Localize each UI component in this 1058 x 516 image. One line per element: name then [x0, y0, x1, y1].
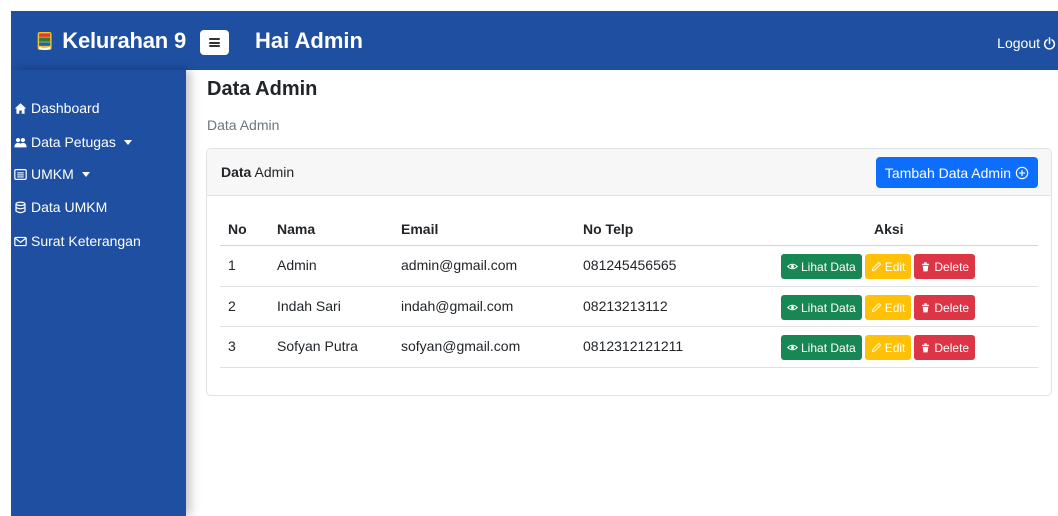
row-actions: Lihat Data Edit Delete	[781, 335, 976, 360]
delete-button[interactable]: Delete	[914, 254, 976, 279]
column-header-email: Email	[401, 221, 439, 237]
caret-down-icon	[123, 139, 132, 145]
cell-email: sofyan@gmail.com	[401, 338, 521, 354]
cell-telp: 081245456565	[583, 257, 677, 273]
sidebar-toggle-button[interactable]	[200, 30, 229, 55]
eye-icon	[787, 344, 798, 351]
sidebar-item-label: Surat Keterangan	[31, 233, 141, 249]
trash-icon	[922, 343, 930, 353]
sidebar-item-data-umkm[interactable]: Data UMKM	[14, 196, 107, 218]
edit-label: Edit	[884, 259, 906, 274]
cell-no: 2	[228, 298, 236, 314]
envelope-icon	[14, 236, 27, 246]
table-row: 3 Sofyan Putra sofyan@gmail.com 08123121…	[220, 327, 1038, 368]
cell-no: 3	[228, 338, 236, 354]
cell-telp: 0812312121211	[583, 338, 684, 354]
delete-button[interactable]: Delete	[914, 295, 976, 320]
view-label: Lihat Data	[801, 300, 856, 315]
add-admin-label: Tambah Data Admin	[884, 164, 1011, 181]
logout-link[interactable]: Logout	[997, 35, 1056, 51]
database-icon	[15, 201, 26, 213]
eye-icon	[787, 304, 798, 311]
delete-button[interactable]: Delete	[914, 335, 976, 360]
app-frame: Kelurahan 9 Hai Admin Logout Dashboard D…	[11, 11, 1058, 516]
caret-down-icon	[81, 171, 90, 177]
brand[interactable]: Kelurahan 9	[11, 11, 186, 70]
view-button[interactable]: Lihat Data	[781, 254, 862, 279]
brand-name: Kelurahan 9	[62, 27, 186, 53]
page-title: Data Admin	[207, 78, 318, 100]
sidebar-item-label: Dashboard	[31, 100, 100, 116]
greeting-title: Hai Admin	[255, 28, 363, 53]
edit-label: Edit	[884, 340, 906, 355]
cell-nama: Indah Sari	[277, 298, 341, 314]
card-title-bold: Data	[221, 164, 252, 180]
card-header: Data Admin Tambah Data Admin	[207, 149, 1051, 196]
edit-button[interactable]: Edit	[864, 254, 912, 279]
breadcrumb: Data Admin	[207, 117, 280, 133]
plus-circle-icon	[1015, 166, 1029, 179]
sidebar-item-label: Data Petugas	[31, 134, 116, 150]
cell-no: 1	[228, 257, 236, 273]
card-title-rest: Admin	[251, 164, 295, 180]
cell-email: indah@gmail.com	[401, 298, 514, 314]
cell-telp: 08213213112	[583, 298, 668, 314]
kelurahan-logo-icon	[37, 31, 52, 50]
sidebar-item-surat-keterangan[interactable]: Surat Keterangan	[14, 230, 141, 252]
edit-label: Edit	[884, 300, 906, 315]
trash-icon	[922, 303, 930, 313]
delete-label: Delete	[934, 340, 970, 355]
logout-label: Logout	[997, 35, 1040, 51]
eye-icon	[787, 263, 798, 270]
sidebar-item-label: UMKM	[31, 166, 74, 182]
admin-data-card: Data Admin Tambah Data Admin No Nama Ema…	[206, 148, 1052, 396]
table-row: 1 Admin admin@gmail.com 081245456565 Lih…	[220, 246, 1038, 287]
users-icon	[14, 137, 27, 147]
view-label: Lihat Data	[801, 340, 856, 355]
column-header-no-telp: No Telp	[583, 221, 634, 237]
power-icon	[1043, 36, 1056, 50]
column-header-no: No	[228, 221, 247, 237]
table-row: 2 Indah Sari indah@gmail.com 08213213112…	[220, 287, 1038, 327]
sidebar-item-umkm[interactable]: UMKM	[14, 163, 90, 185]
cell-email: admin@gmail.com	[401, 257, 518, 273]
home-icon	[14, 102, 27, 114]
pencil-icon	[871, 261, 882, 272]
trash-icon	[922, 262, 930, 272]
view-button[interactable]: Lihat Data	[781, 335, 862, 360]
column-header-aksi: Aksi	[874, 221, 904, 237]
list-icon	[14, 168, 27, 180]
hamburger-icon	[209, 38, 220, 47]
cell-nama: Sofyan Putra	[277, 338, 358, 354]
view-label: Lihat Data	[801, 259, 856, 274]
top-navbar: Kelurahan 9 Hai Admin Logout	[11, 11, 1058, 70]
row-actions: Lihat Data Edit Delete	[781, 295, 976, 320]
row-actions: Lihat Data Edit Delete	[781, 254, 976, 279]
sidebar: Dashboard Data Petugas UMKM Data UMKM Su…	[11, 70, 186, 516]
sidebar-item-data-petugas[interactable]: Data Petugas	[14, 131, 132, 153]
add-admin-button[interactable]: Tambah Data Admin	[875, 157, 1038, 188]
pencil-icon	[871, 302, 882, 313]
delete-label: Delete	[934, 259, 970, 274]
view-button[interactable]: Lihat Data	[781, 295, 862, 320]
cell-nama: Admin	[277, 257, 317, 273]
column-header-nama: Nama	[277, 221, 316, 237]
sidebar-item-label: Data UMKM	[31, 199, 108, 215]
edit-button[interactable]: Edit	[864, 335, 912, 360]
card-title: Data Admin	[221, 164, 294, 180]
edit-button[interactable]: Edit	[864, 295, 912, 320]
sidebar-item-dashboard[interactable]: Dashboard	[14, 97, 100, 119]
table-header-row: No Nama Email No Telp Aksi	[220, 209, 1038, 246]
pencil-icon	[871, 342, 882, 353]
delete-label: Delete	[934, 300, 970, 315]
